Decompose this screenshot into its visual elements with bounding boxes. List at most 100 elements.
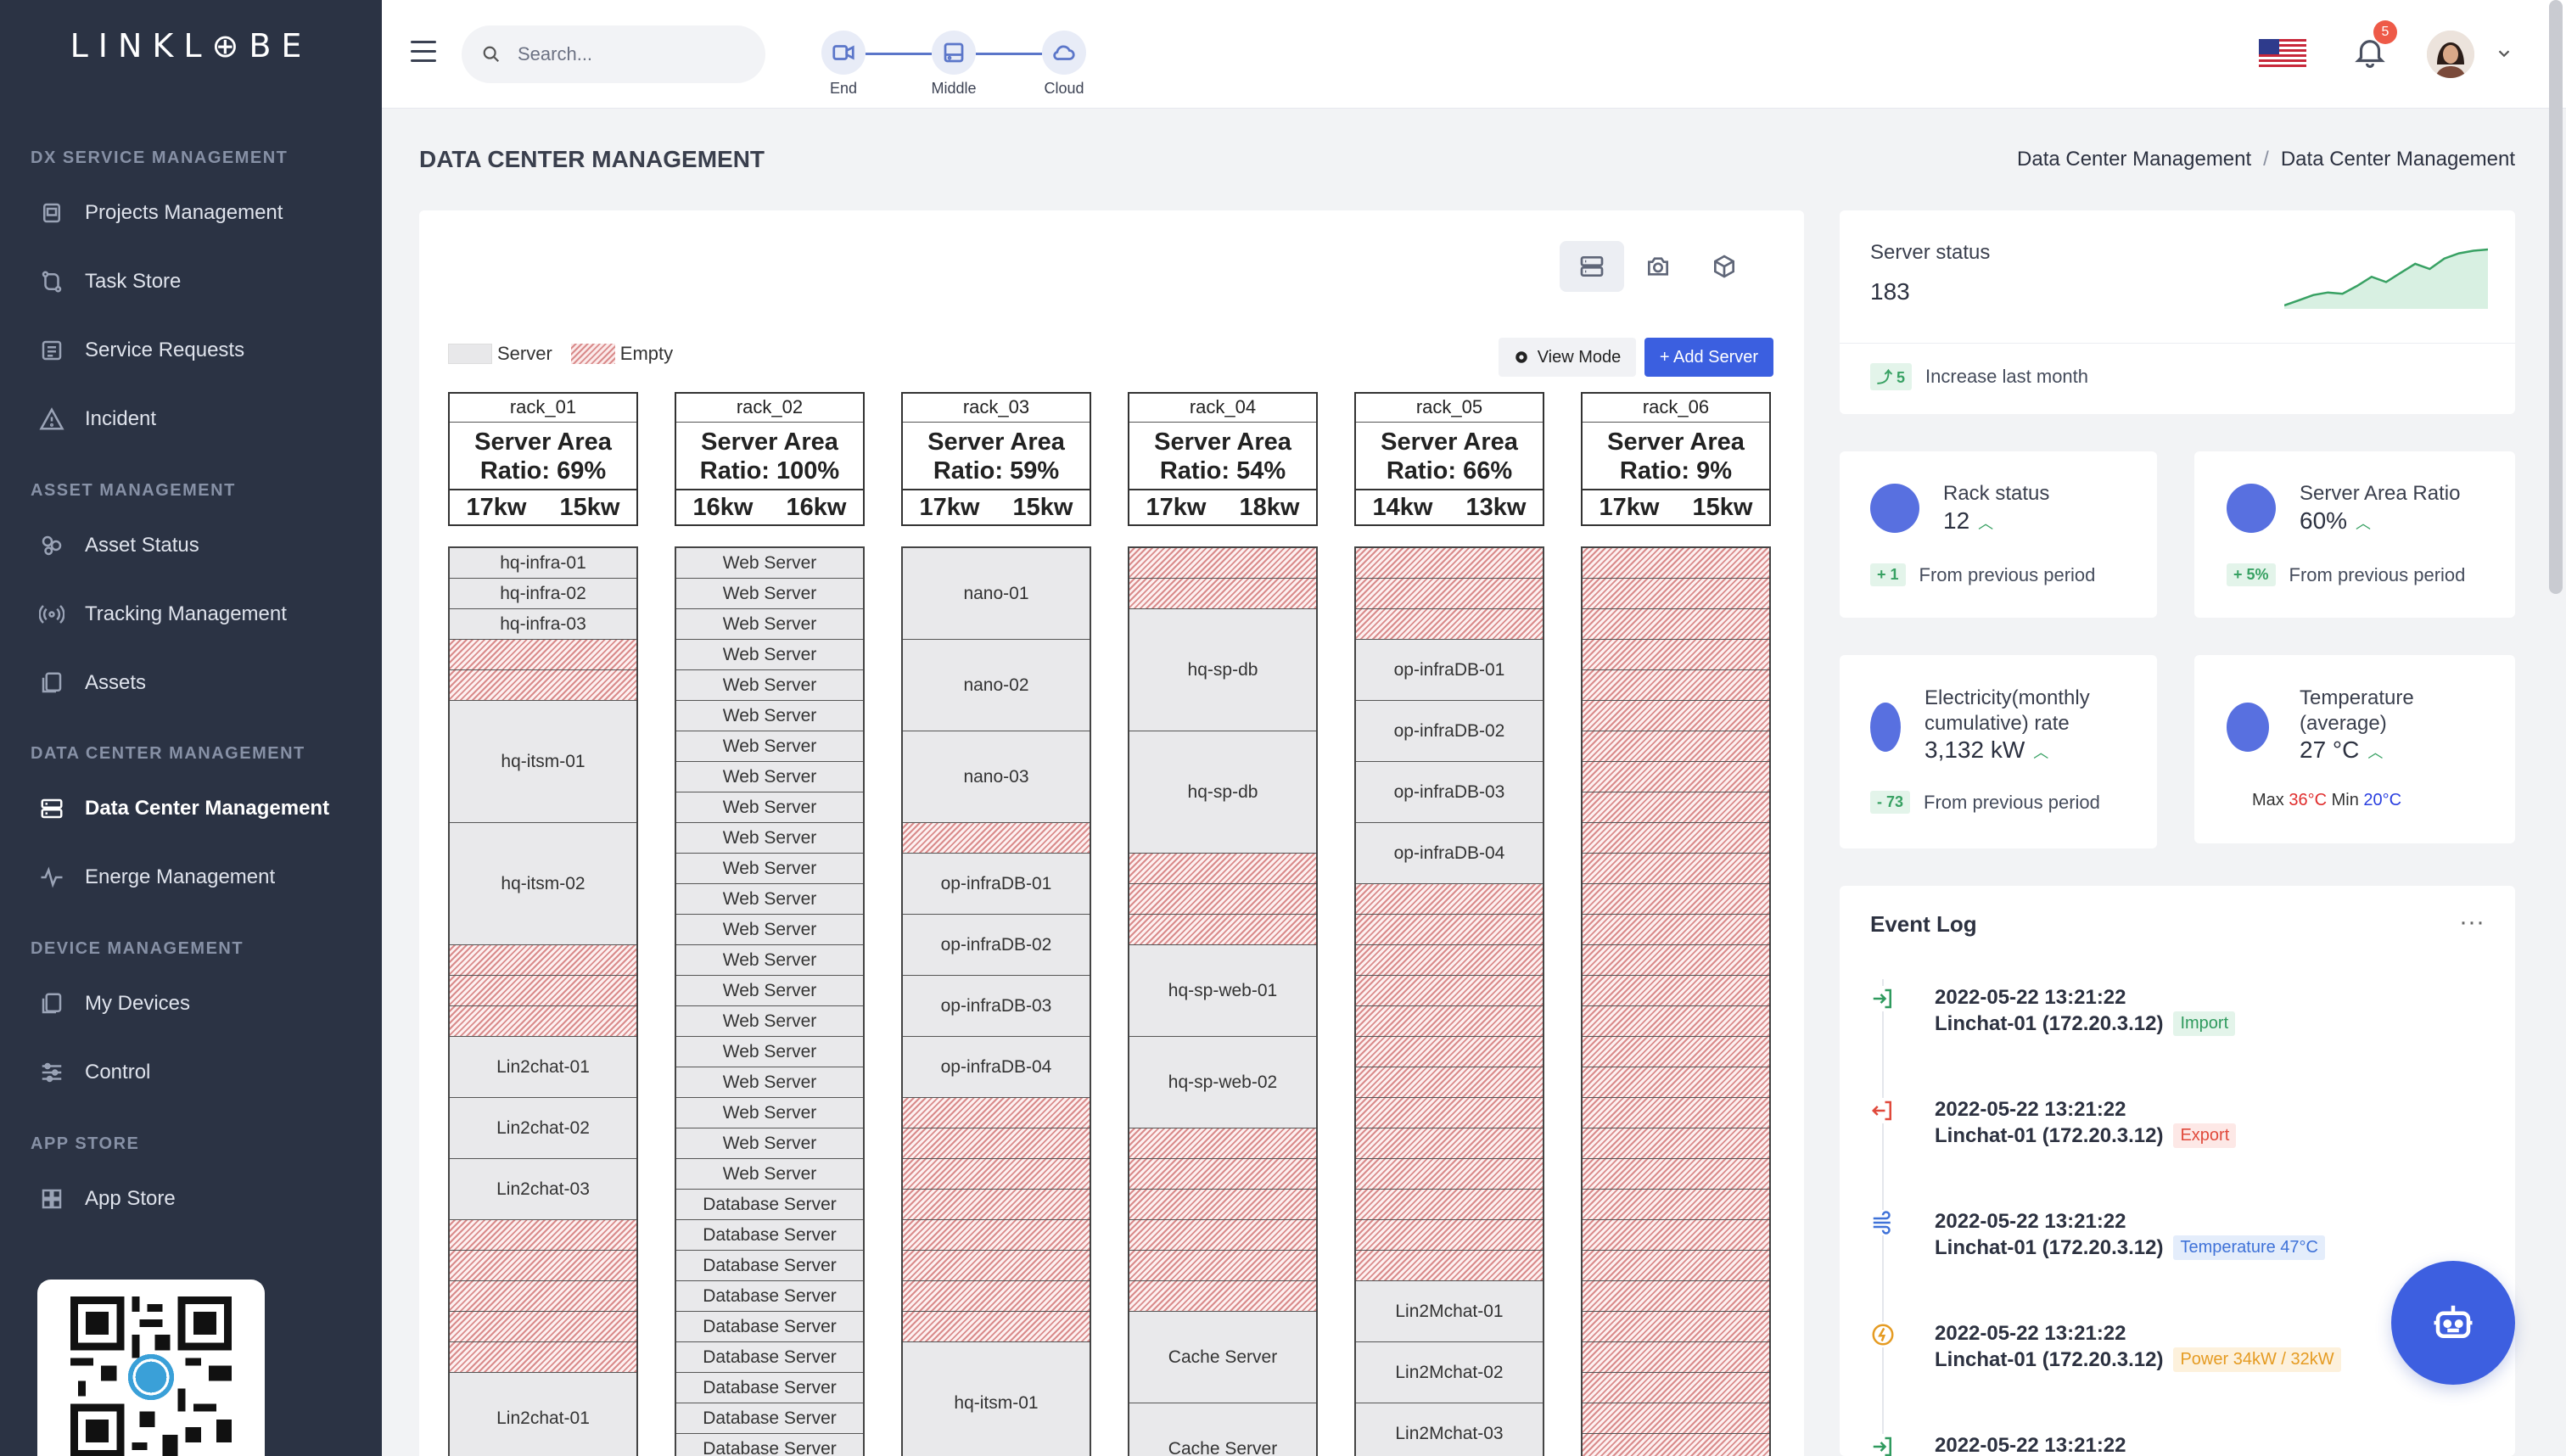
- empty-slot[interactable]: [903, 1159, 1090, 1190]
- server-slot[interactable]: op-infraDB-03: [1356, 762, 1543, 823]
- server-slot[interactable]: Web Server: [676, 1128, 863, 1159]
- empty-slot[interactable]: [1583, 945, 1769, 976]
- server-slot[interactable]: op-infraDB-01: [1356, 640, 1543, 701]
- empty-slot[interactable]: [450, 945, 636, 976]
- sidebar-item-assets[interactable]: Assets: [0, 658, 382, 708]
- server-slot[interactable]: Database Server: [676, 1251, 863, 1281]
- empty-slot[interactable]: [1583, 609, 1769, 640]
- empty-slot[interactable]: [1356, 1159, 1543, 1190]
- server-slot[interactable]: Web Server: [676, 945, 863, 976]
- server-slot[interactable]: Web Server: [676, 884, 863, 915]
- server-slot[interactable]: Web Server: [676, 701, 863, 731]
- empty-slot[interactable]: [1129, 854, 1316, 884]
- breadcrumb-item[interactable]: Data Center Management: [2017, 148, 2251, 171]
- server-slot[interactable]: Web Server: [676, 1098, 863, 1128]
- sidebar-item-data-center-management[interactable]: Data Center Management: [0, 783, 382, 834]
- sidebar-item-energe-management[interactable]: Energe Management: [0, 852, 382, 903]
- rack-rack_05[interactable]: rack_05 Server Area Ratio: 66% 14kw 13kw…: [1354, 392, 1544, 1456]
- server-slot[interactable]: Web Server: [676, 609, 863, 640]
- empty-slot[interactable]: [1129, 915, 1316, 945]
- empty-slot[interactable]: [450, 1312, 636, 1342]
- server-slot[interactable]: nano-02: [903, 640, 1090, 731]
- empty-slot[interactable]: [1583, 915, 1769, 945]
- server-slot[interactable]: Web Server: [676, 1067, 863, 1098]
- server-slot[interactable]: Web Server: [676, 792, 863, 823]
- server-slot[interactable]: Web Server: [676, 976, 863, 1006]
- empty-slot[interactable]: [1356, 1190, 1543, 1220]
- empty-slot[interactable]: [903, 1190, 1090, 1220]
- empty-slot[interactable]: [1356, 1037, 1543, 1067]
- server-slot[interactable]: op-infraDB-04: [903, 1037, 1090, 1098]
- server-slot[interactable]: op-infraDB-02: [1356, 701, 1543, 762]
- empty-slot[interactable]: [903, 823, 1090, 854]
- empty-slot[interactable]: [1356, 945, 1543, 976]
- empty-slot[interactable]: [1129, 579, 1316, 609]
- empty-slot[interactable]: [1129, 1281, 1316, 1312]
- empty-slot[interactable]: [1583, 1128, 1769, 1159]
- empty-slot[interactable]: [450, 976, 636, 1006]
- more-options-icon[interactable]: ···: [2459, 908, 2485, 937]
- server-slot[interactable]: Database Server: [676, 1342, 863, 1373]
- server-slot[interactable]: hq-itsm-01: [450, 701, 636, 823]
- server-slot[interactable]: Database Server: [676, 1281, 863, 1312]
- app-logo[interactable]: LINKL⊕BE: [0, 27, 382, 64]
- server-slot[interactable]: Lin2Mchat-01: [1356, 1281, 1543, 1342]
- empty-slot[interactable]: [1129, 1220, 1316, 1251]
- sidebar-item-service-requests[interactable]: Service Requests: [0, 325, 382, 376]
- sidebar-item-control[interactable]: Control: [0, 1047, 382, 1098]
- empty-slot[interactable]: [1356, 579, 1543, 609]
- sidebar-item-incident[interactable]: Incident: [0, 394, 382, 445]
- empty-slot[interactable]: [1583, 1098, 1769, 1128]
- page-scrollbar[interactable]: [2549, 0, 2563, 594]
- server-slot[interactable]: hq-infra-03: [450, 609, 636, 640]
- empty-slot[interactable]: [450, 670, 636, 701]
- empty-slot[interactable]: [1583, 701, 1769, 731]
- empty-slot[interactable]: [1356, 1098, 1543, 1128]
- empty-slot[interactable]: [1583, 1312, 1769, 1342]
- empty-slot[interactable]: [1129, 1128, 1316, 1159]
- server-slot[interactable]: Lin2chat-03: [450, 1159, 636, 1220]
- view-mode-button[interactable]: View Mode: [1499, 338, 1636, 377]
- us-flag-icon[interactable]: [2259, 39, 2306, 70]
- server-slot[interactable]: Lin2chat-01: [450, 1373, 636, 1456]
- empty-slot[interactable]: [1583, 731, 1769, 762]
- empty-slot[interactable]: [1356, 548, 1543, 579]
- empty-slot[interactable]: [450, 1251, 636, 1281]
- sidebar-item-projects-management[interactable]: Projects Management: [0, 188, 382, 238]
- empty-slot[interactable]: [1583, 976, 1769, 1006]
- empty-slot[interactable]: [1583, 823, 1769, 854]
- step-cloud[interactable]: Cloud: [1022, 31, 1107, 98]
- server-slot[interactable]: Web Server: [676, 670, 863, 701]
- server-slot[interactable]: Database Server: [676, 1434, 863, 1456]
- server-slot[interactable]: Web Server: [676, 762, 863, 792]
- sidebar-item-asset-status[interactable]: Asset Status: [0, 520, 382, 571]
- rack-rack_06[interactable]: rack_06 Server Area Ratio: 9% 17kw 15kw: [1581, 392, 1771, 1456]
- empty-slot[interactable]: [1583, 1159, 1769, 1190]
- empty-slot[interactable]: [1583, 1006, 1769, 1037]
- empty-slot[interactable]: [450, 640, 636, 670]
- server-slot[interactable]: hq-sp-db: [1129, 609, 1316, 731]
- rack-rack_03[interactable]: rack_03 Server Area Ratio: 59% 17kw 15kw…: [901, 392, 1091, 1456]
- empty-slot[interactable]: [1129, 1190, 1316, 1220]
- menu-toggle-icon[interactable]: [411, 41, 436, 63]
- server-slot[interactable]: Lin2chat-01: [450, 1037, 636, 1098]
- avatar[interactable]: [2427, 31, 2474, 78]
- add-server-button[interactable]: + Add Server: [1644, 338, 1773, 377]
- empty-slot[interactable]: [1583, 640, 1769, 670]
- server-slot[interactable]: Lin2Mchat-03: [1356, 1403, 1543, 1456]
- empty-slot[interactable]: [903, 1128, 1090, 1159]
- empty-slot[interactable]: [903, 1220, 1090, 1251]
- empty-slot[interactable]: [1583, 1067, 1769, 1098]
- rack-rack_02[interactable]: rack_02 Server Area Ratio: 100% 16kw 16k…: [675, 392, 865, 1456]
- empty-slot[interactable]: [1583, 1403, 1769, 1434]
- empty-slot[interactable]: [1583, 579, 1769, 609]
- chevron-down-icon[interactable]: [2495, 44, 2513, 63]
- empty-slot[interactable]: [1583, 1190, 1769, 1220]
- empty-slot[interactable]: [1583, 548, 1769, 579]
- empty-slot[interactable]: [1356, 915, 1543, 945]
- server-slot[interactable]: Web Server: [676, 823, 863, 854]
- server-slot[interactable]: Web Server: [676, 579, 863, 609]
- empty-slot[interactable]: [1583, 884, 1769, 915]
- server-slot[interactable]: hq-itsm-01: [903, 1342, 1090, 1456]
- empty-slot[interactable]: [1356, 1251, 1543, 1281]
